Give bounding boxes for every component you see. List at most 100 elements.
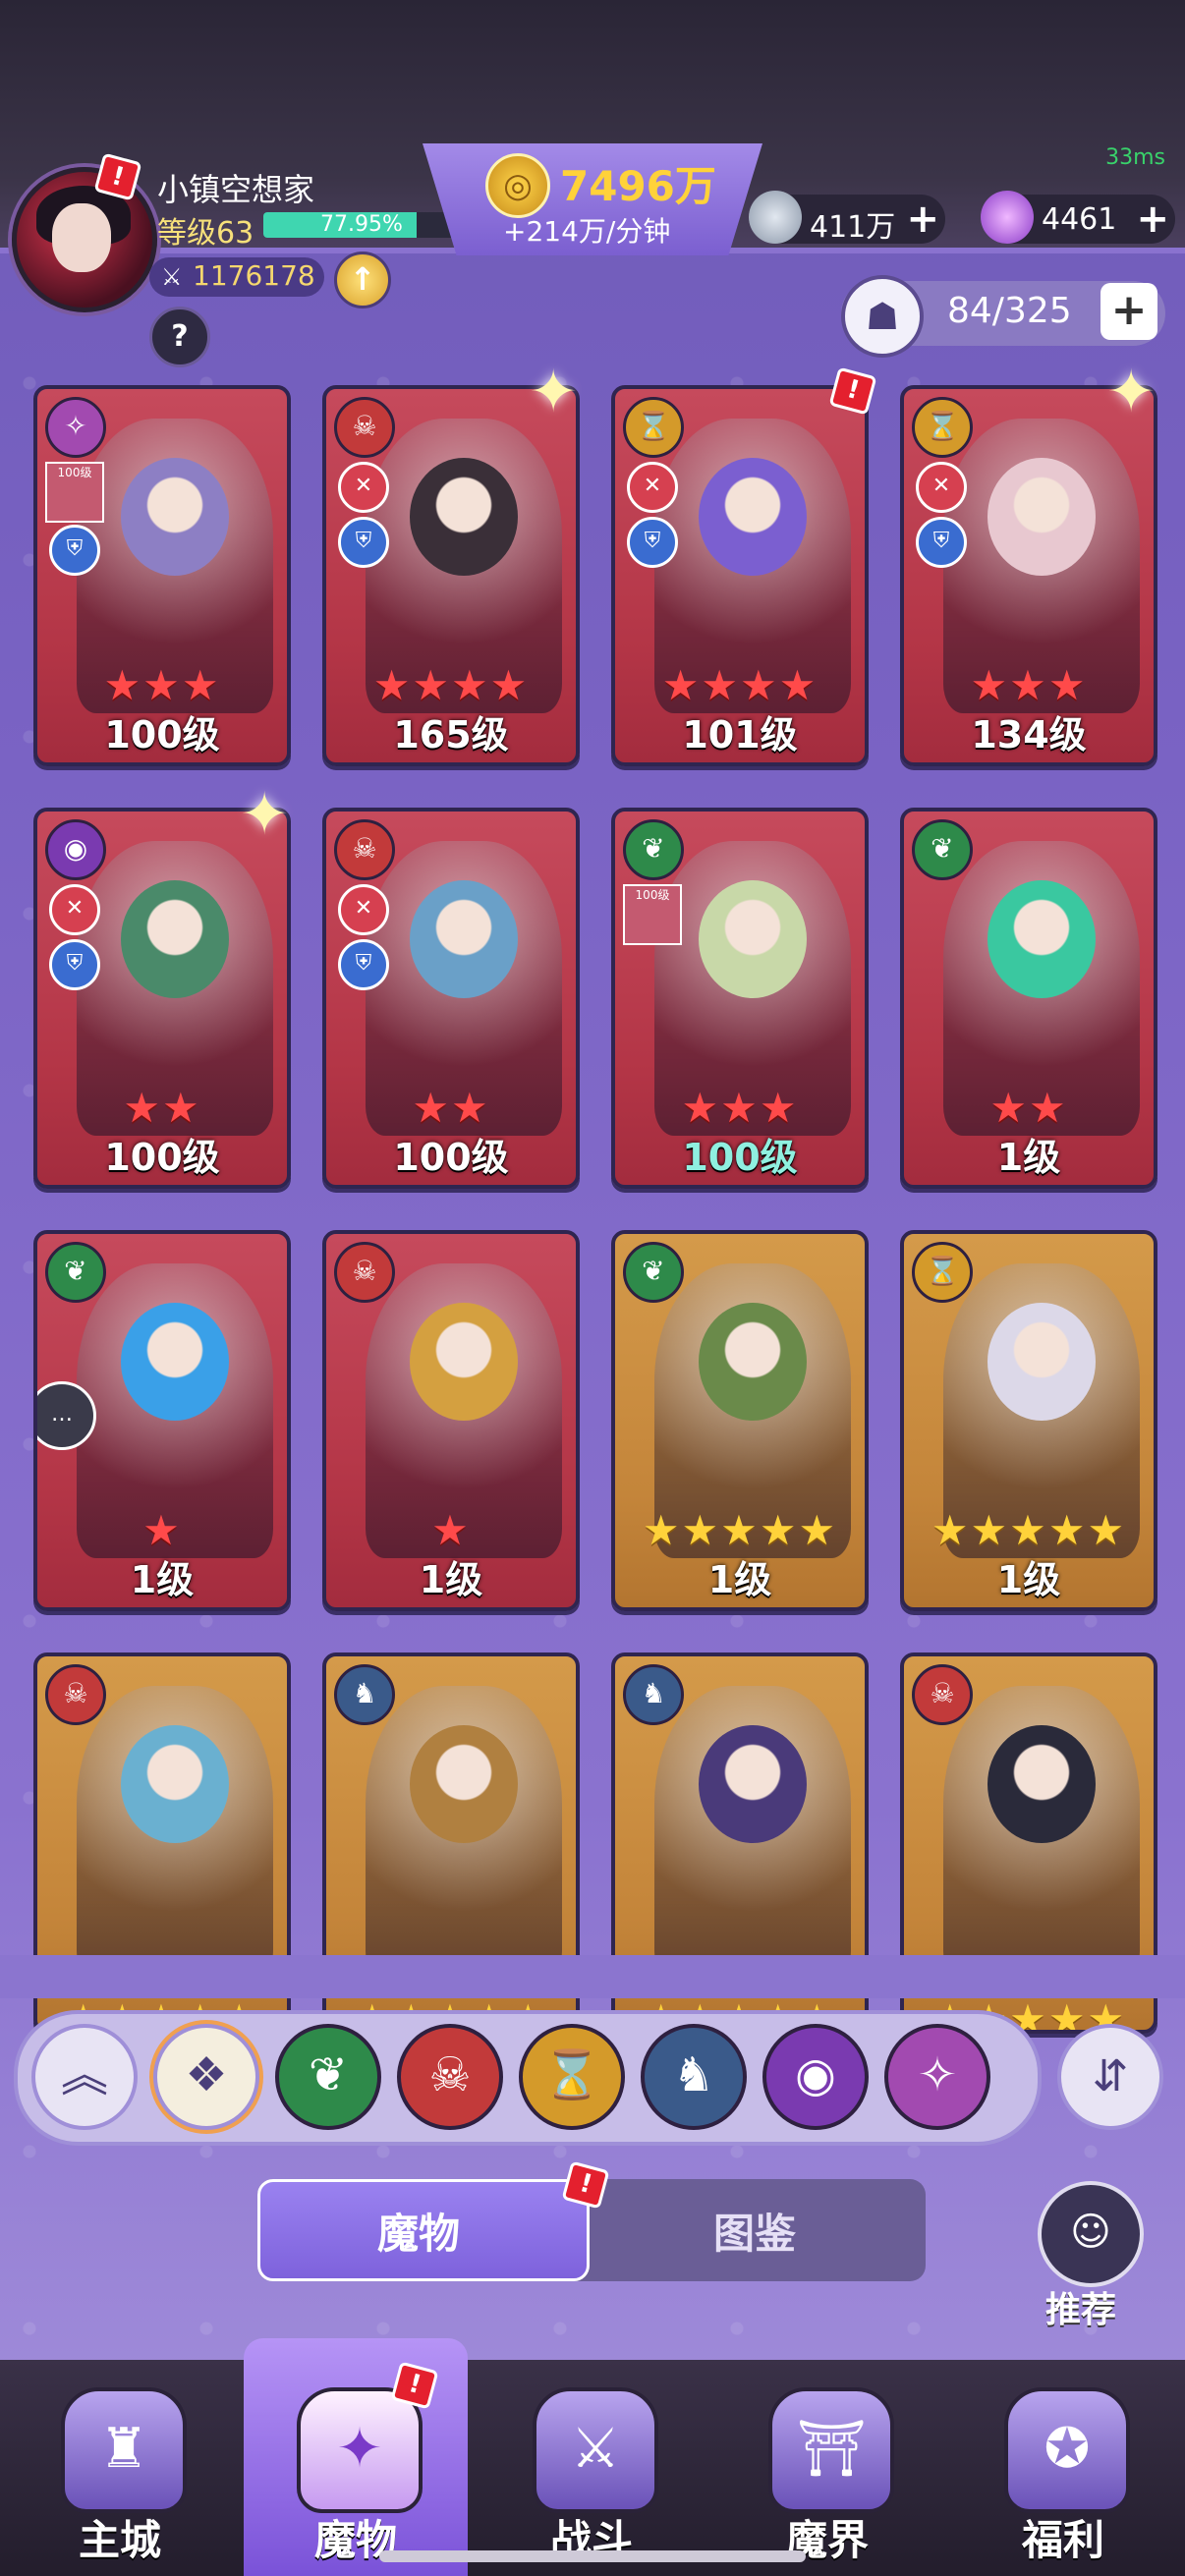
gold-coin-icon: ◎ [485, 153, 550, 218]
nav-city[interactable]: ♜ 主城 [2, 2360, 238, 2576]
power-sword-icon: ⚔ [161, 263, 183, 291]
monster-portrait [410, 1725, 518, 1843]
monster-level: 1级 [707, 1558, 772, 1601]
help-button[interactable]: ? [149, 307, 210, 367]
capacity-add-button[interactable]: + [1100, 283, 1157, 340]
nav-realm[interactable]: ⛩ 魔界 [709, 2360, 945, 2576]
eye-faction-icon: ◉ [45, 819, 106, 880]
demon-faction-icon: ☠ [45, 1664, 106, 1725]
arcane-faction-icon: ✧ [45, 397, 106, 458]
shield-icon: ⛨ [338, 517, 389, 568]
attack-icon: ✕ [627, 462, 678, 513]
monster-card[interactable]: ☠ ★ 1级 [322, 1230, 580, 1611]
shield-icon: ⛨ [49, 939, 100, 990]
monster-icon: ✦ [297, 2387, 423, 2513]
player-level: 等级63 [157, 216, 254, 251]
monster-level: 100级 [682, 1136, 798, 1179]
silver-resource[interactable]: 411万 + [749, 191, 945, 245]
monster-level: 1级 [419, 1558, 483, 1601]
filter-time-icon[interactable]: ⌛ [519, 2024, 625, 2130]
monster-portrait [988, 880, 1096, 998]
filter-demon-icon[interactable]: ☠ [397, 2024, 503, 2130]
monster-card[interactable]: ⌛ ✕ ⛨ ★★★ 134级 [900, 385, 1157, 766]
monster-card[interactable]: ❦ ★★★★★ 1级 [611, 1230, 869, 1611]
attack-icon: ✕ [49, 884, 100, 935]
city-icon: ♜ [61, 2387, 187, 2513]
capacity-text: 84/325 [947, 291, 1072, 331]
monster-card[interactable]: ☠ ✕ ⛨ ★★ 100级 [322, 808, 580, 1189]
sort-button[interactable]: ⇵ [1057, 2024, 1163, 2130]
shield-icon: ⛨ [338, 939, 389, 990]
star-rating: ★★★ [681, 1084, 799, 1132]
star-rating: ★★★ [103, 661, 221, 709]
monster-card[interactable]: ◉ ✕ ⛨ ★★ 100级 [33, 808, 291, 1189]
filter-nature-icon[interactable]: ❦ [275, 2024, 381, 2130]
crystal-icon [981, 191, 1034, 244]
monster-card[interactable]: ⌛ ✕ ⛨ ★★★★ 101级 [611, 385, 869, 766]
monster-portrait [410, 458, 518, 576]
monster-level: 100级 [104, 713, 220, 756]
filter-dragon-icon[interactable]: ♞ [641, 2024, 747, 2130]
monster-capacity-icon: ☗ [841, 275, 924, 358]
filter-collapse-icon[interactable]: ︽ [31, 2024, 138, 2130]
silver-add-icon[interactable]: + [906, 196, 939, 242]
filter-all-icon[interactable]: ❖ [153, 2024, 259, 2130]
sparkle-icon: ✦ [529, 358, 579, 426]
nav-welfare[interactable]: ✪ 福利 [945, 2360, 1181, 2576]
tab-codex[interactable]: 图鉴 [713, 2201, 796, 2261]
gold-amount: 7496万 [560, 162, 716, 210]
monster-card[interactable]: ⌛ ★★★★★ 1级 [900, 1230, 1157, 1611]
xp-percent: 77.95% [320, 212, 403, 237]
nav-battle[interactable]: ⚔ 战斗 [474, 2360, 709, 2576]
star-rating: ★★ [989, 1084, 1068, 1132]
dragon-faction-icon: ♞ [334, 1664, 395, 1725]
nature-faction-icon: ❦ [912, 819, 973, 880]
monster-card[interactable]: ✧ 100级 ⛨ ★★★ 100级 [33, 385, 291, 766]
player-avatar[interactable] [12, 167, 157, 312]
monster-portrait [121, 458, 229, 576]
monster-portrait [988, 1725, 1096, 1843]
monster-card[interactable]: ❦ 100级 ★★★ 100级 [611, 808, 869, 1189]
monster-portrait [988, 458, 1096, 576]
shield-icon: ⛨ [627, 517, 678, 568]
monster-card[interactable]: ☠ ✕ ⛨ ★★★★ 165级 [322, 385, 580, 766]
silver-amount: 411万 [810, 210, 896, 245]
monster-screen: 33ms ! 小镇空想家 等级63 77.95% ⚔ 1176178 ↑ ? ◎… [0, 0, 1185, 2576]
filter-arcane-icon[interactable]: ✧ [884, 2024, 990, 2130]
sparkle-icon: ✦ [1106, 358, 1157, 426]
attack-icon: ✕ [916, 462, 967, 513]
star-rating: ★★★★★ [931, 1506, 1127, 1554]
monster-level: 1级 [130, 1558, 195, 1601]
star-rating: ★★★ [970, 661, 1088, 709]
demon-faction-icon: ☠ [334, 819, 395, 880]
battle-icon: ⚔ [533, 2387, 658, 2513]
silver-coin-icon [749, 191, 802, 244]
crystal-amount: 4461 [1042, 202, 1117, 237]
power-up-button[interactable]: ↑ [334, 252, 391, 308]
nav-monster[interactable]: ✦ 魔物! [238, 2360, 474, 2576]
recommend-button[interactable]: ☺ [1038, 2181, 1144, 2287]
grid-scroll-edge [0, 1955, 1185, 1998]
monster-level: 1级 [996, 1136, 1061, 1179]
monster-card[interactable]: ❦… ★ 1级 [33, 1230, 291, 1611]
monster-portrait [699, 1725, 807, 1843]
crystal-add-icon[interactable]: + [1136, 196, 1169, 242]
home-indicator [379, 2550, 806, 2562]
monster-card[interactable]: ❦ ★★ 1级 [900, 808, 1157, 1189]
star-rating: ★ [431, 1506, 471, 1554]
nature-faction-icon: ❦ [45, 1242, 106, 1303]
sparkle-icon: ✦ [240, 780, 290, 849]
power-value: 1176178 [193, 259, 315, 292]
crystal-resource[interactable]: 4461 + [981, 191, 1175, 244]
monster-portrait [699, 458, 807, 576]
monster-level: 165级 [393, 713, 509, 756]
shield-icon: ⛨ [916, 517, 967, 568]
realm-icon: ⛩ [768, 2387, 894, 2513]
demon-faction-icon: ☠ [912, 1664, 973, 1725]
filter-eye-icon[interactable]: ◉ [762, 2024, 869, 2130]
shield-icon: ⛨ [49, 525, 100, 576]
monster-portrait [121, 880, 229, 998]
demon-faction-icon: ☠ [334, 397, 395, 458]
welfare-icon: ✪ [1004, 2387, 1130, 2513]
time-faction-icon: ⌛ [623, 397, 684, 458]
